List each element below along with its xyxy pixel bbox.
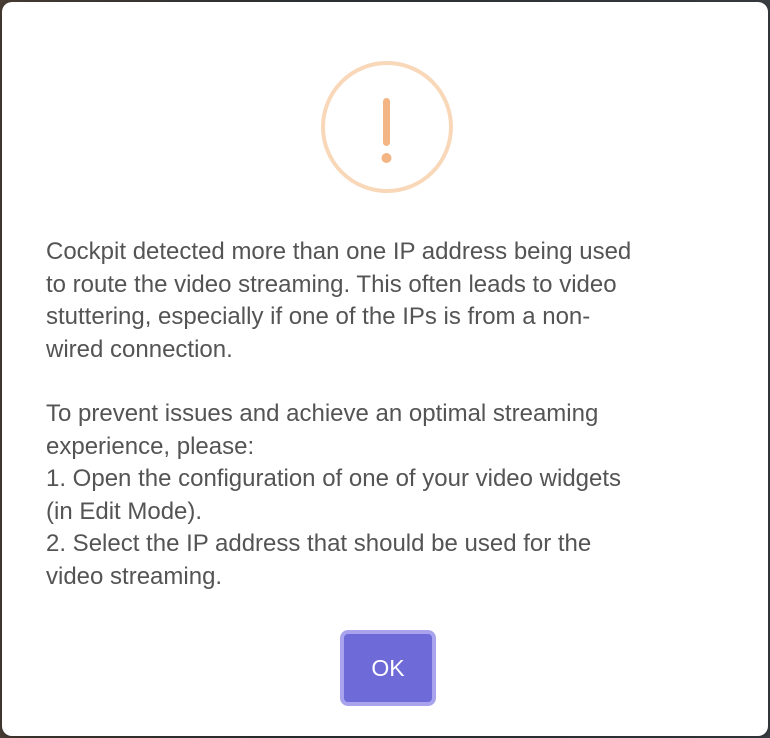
warning-exclamation-icon [321, 61, 453, 193]
ok-button[interactable]: OK [340, 630, 436, 706]
dialog-message: Cockpit detected more than one IP addres… [46, 236, 726, 593]
message-line: 1. Open the configuration of one of your… [46, 465, 622, 492]
message-line: Cockpit detected more than one IP addres… [46, 238, 632, 265]
message-line: To prevent issues and achieve an optimal… [46, 400, 599, 427]
alert-dialog: Cockpit detected more than one IP addres… [2, 2, 768, 736]
message-line: video streaming. [46, 562, 223, 590]
message-line: stuttering, especially if one of the IPs… [46, 303, 591, 330]
message-line: 2. Select the IP address that should be … [46, 530, 592, 557]
message-line: (in Edit Mode). [46, 497, 203, 525]
message-line: to route the video streaming. This often… [46, 270, 617, 298]
message-line: experience, please: [46, 432, 255, 460]
message-line: wired connection. [46, 335, 233, 363]
ok-button-label: OK [344, 634, 432, 702]
